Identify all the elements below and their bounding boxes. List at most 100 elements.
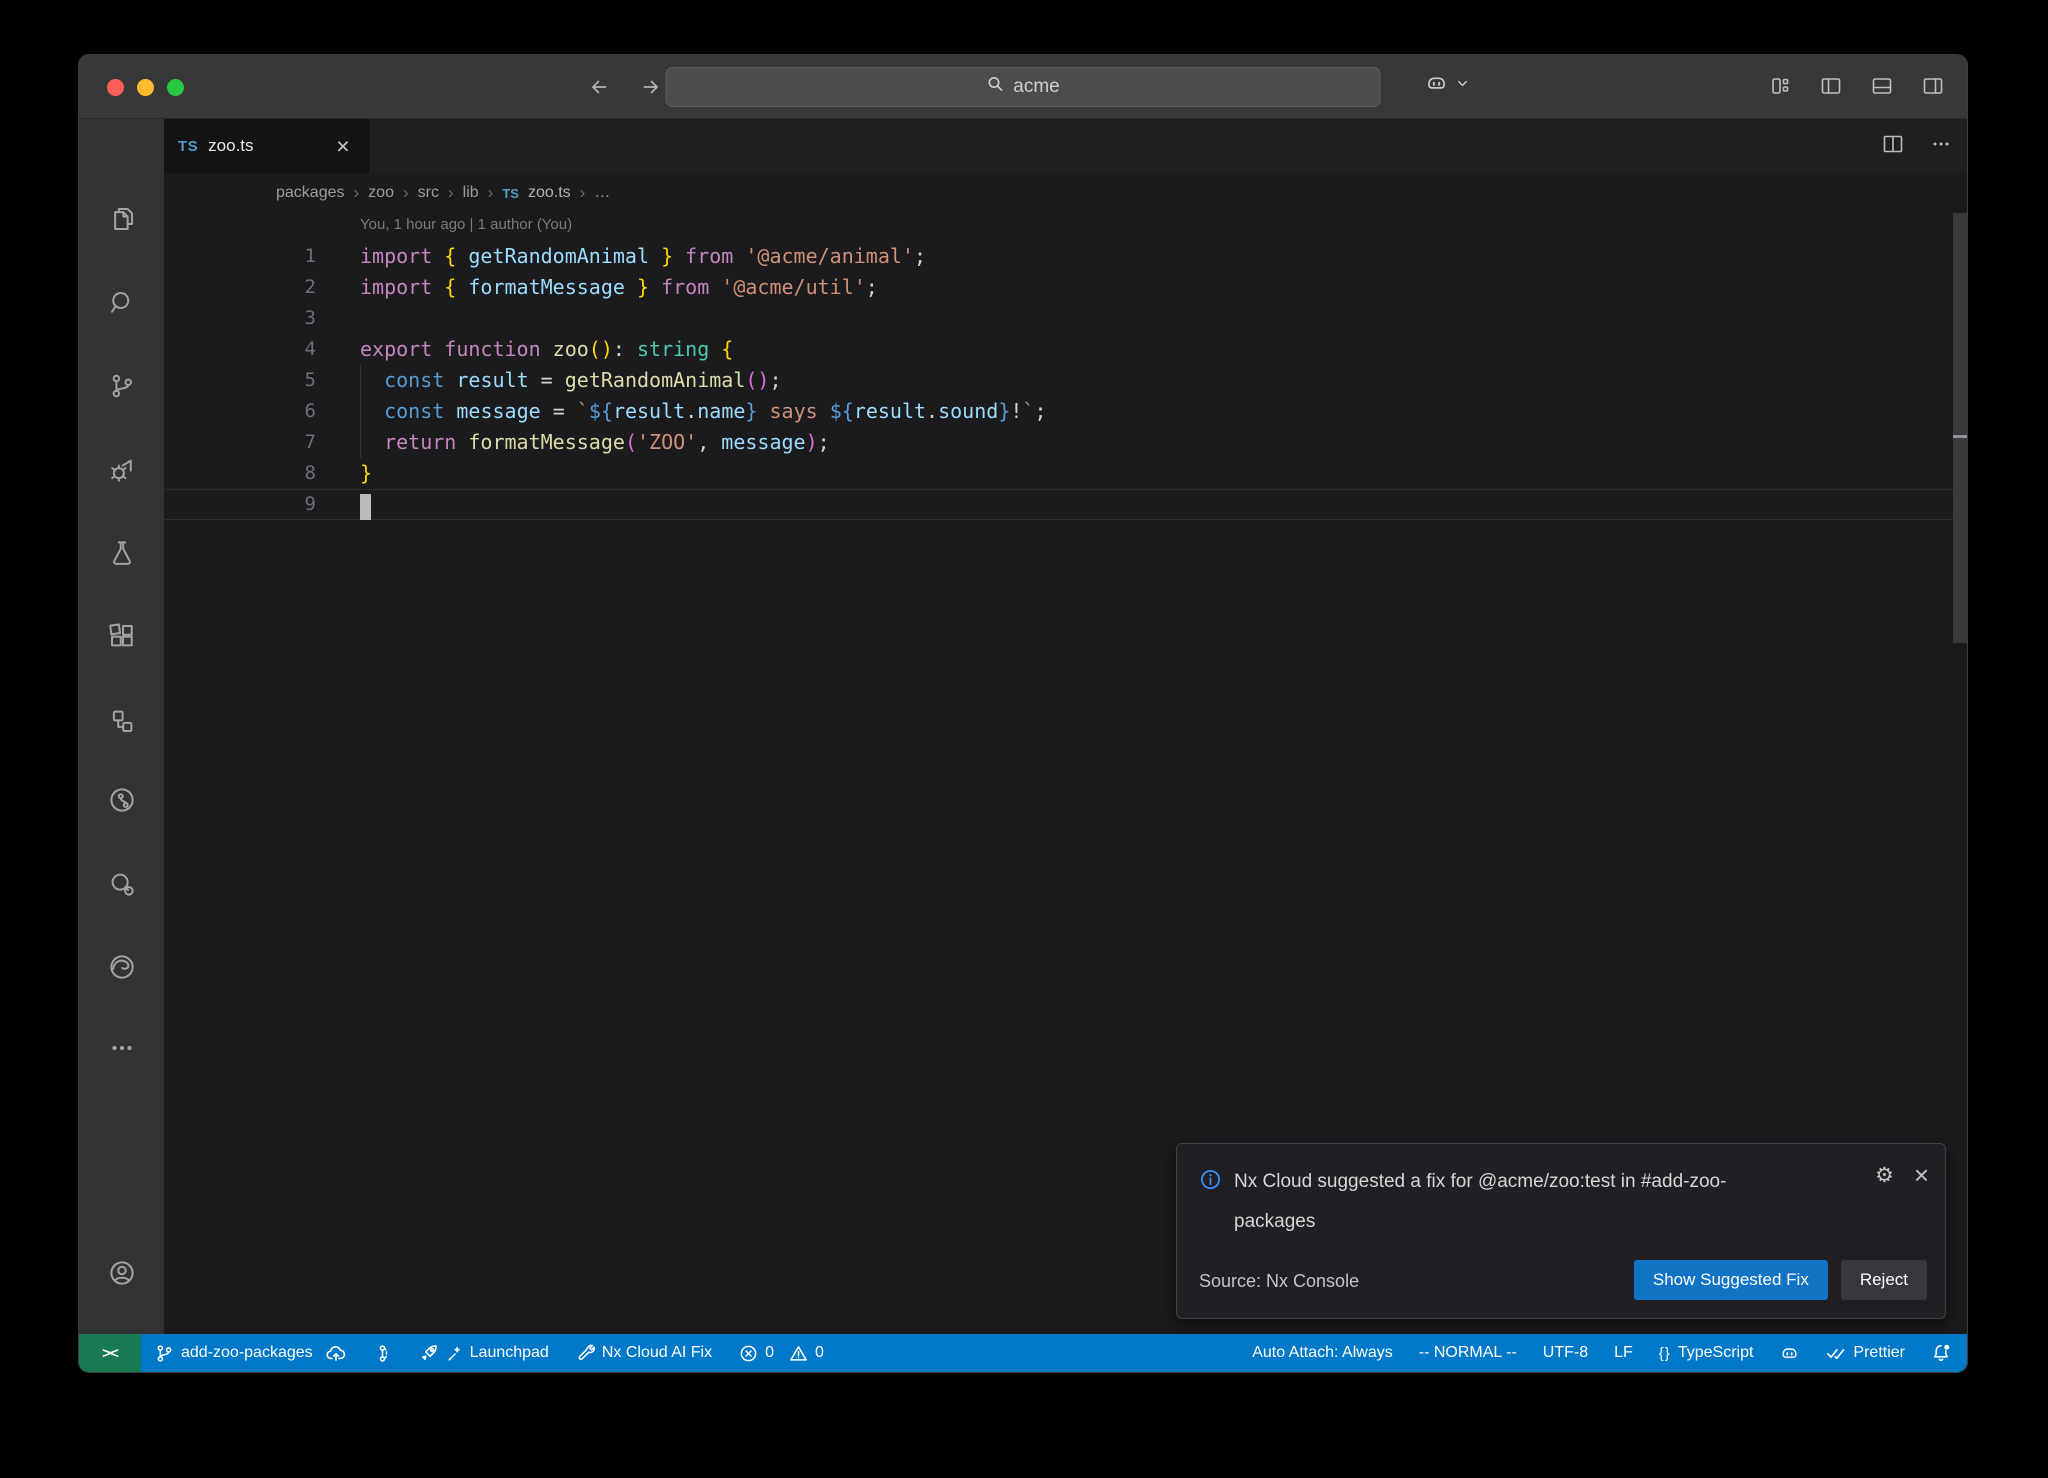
code-lines: 1import { getRandomAnimal } from '@acme/… xyxy=(164,241,1967,520)
window-controls xyxy=(107,79,184,96)
line-content: import { formatMessage } from '@acme/uti… xyxy=(360,272,878,303)
git-branch-item[interactable]: add-zoo-packages xyxy=(155,1343,346,1363)
breadcrumb-separator: › xyxy=(580,183,586,203)
bell-dot-icon xyxy=(1931,1343,1951,1363)
toggle-primary-sidebar-icon[interactable] xyxy=(1817,72,1845,100)
vim-mode-item[interactable]: -- NORMAL -- xyxy=(1419,1344,1517,1362)
scrollbar[interactable] xyxy=(1953,213,1967,1334)
nx-console-icon[interactable] xyxy=(105,704,139,738)
copilot-icon xyxy=(1779,1343,1800,1364)
scrollbar-thumb[interactable] xyxy=(1953,213,1967,643)
code-line-4[interactable]: 4export function zoo(): string { xyxy=(164,334,1967,365)
line-number: 5 xyxy=(164,365,316,396)
nx-cloud-ai-fix-item[interactable]: Nx Cloud AI Fix xyxy=(576,1344,712,1363)
tab-close-icon[interactable]: × xyxy=(330,133,356,159)
info-icon xyxy=(1199,1168,1222,1204)
copilot-status-item[interactable] xyxy=(1779,1343,1800,1364)
code-line-5[interactable]: 5 const result = getRandomAnimal(); xyxy=(164,365,1967,396)
line-number: 4 xyxy=(164,334,316,365)
chevron-down-icon xyxy=(1456,77,1469,95)
braces-icon: {} xyxy=(1659,1345,1671,1362)
code-line-6[interactable]: 6 const message = `${result.name} says $… xyxy=(164,396,1967,427)
code-line-3[interactable]: 3 xyxy=(164,303,1967,334)
launchpad-item[interactable]: Launchpad xyxy=(419,1343,549,1363)
breadcrumb-separator: › xyxy=(354,183,360,203)
double-check-icon xyxy=(1826,1343,1846,1363)
extensions-icon[interactable] xyxy=(105,619,139,653)
gitlens-blame-annotation: You, 1 hour ago | 1 author (You) xyxy=(360,216,572,233)
show-suggested-fix-button[interactable]: Show Suggested Fix xyxy=(1634,1260,1828,1300)
run-and-debug-icon[interactable] xyxy=(105,453,139,487)
breadcrumb-item[interactable]: zoo xyxy=(368,184,394,202)
line-content xyxy=(360,490,371,519)
source-control-icon[interactable] xyxy=(105,369,139,403)
auto-attach-item[interactable]: Auto Attach: Always xyxy=(1252,1344,1393,1362)
remote-indicator[interactable]: >< xyxy=(79,1334,141,1372)
line-content: import { getRandomAnimal } from '@acme/a… xyxy=(360,241,926,272)
maximize-window-button[interactable] xyxy=(167,79,184,96)
minimize-window-button[interactable] xyxy=(137,79,154,96)
tab-bar: TS zoo.ts × xyxy=(164,119,1967,173)
more-views-icon[interactable] xyxy=(105,1031,139,1065)
git-branch-icon xyxy=(155,1344,174,1363)
close-window-button[interactable] xyxy=(107,79,124,96)
vim-block-cursor xyxy=(360,494,371,520)
line-number: 3 xyxy=(164,303,316,334)
forward-arrow-icon[interactable] xyxy=(636,72,666,102)
typescript-file-icon: TS xyxy=(502,186,519,201)
overview-cursor-mark xyxy=(1953,435,1967,438)
code-line-8[interactable]: 8} xyxy=(164,458,1967,489)
command-center-search[interactable]: acme xyxy=(666,67,1381,107)
copilot-menu[interactable] xyxy=(1424,71,1469,101)
wrench-icon xyxy=(576,1344,595,1363)
customize-layout-icon[interactable] xyxy=(1766,72,1794,100)
line-number: 2 xyxy=(164,272,316,303)
edge-browser-icon[interactable] xyxy=(105,950,139,984)
breadcrumb-item[interactable]: src xyxy=(418,184,439,202)
prettier-item[interactable]: Prettier xyxy=(1826,1343,1905,1363)
warning-triangle-icon xyxy=(789,1344,808,1363)
line-content: const message = `${result.name} says ${r… xyxy=(360,396,1047,427)
notification-close-icon[interactable]: × xyxy=(1914,1162,1929,1188)
breadcrumb-item[interactable]: packages xyxy=(276,184,345,202)
typescript-file-icon: TS xyxy=(178,138,198,155)
split-editor-icon[interactable] xyxy=(1881,132,1905,161)
line-content: const result = getRandomAnimal(); xyxy=(360,365,782,396)
account-icon[interactable] xyxy=(105,1256,139,1290)
breadcrumb-more[interactable]: … xyxy=(594,184,610,202)
source-control-graph-item[interactable] xyxy=(373,1344,392,1363)
eol-item[interactable]: LF xyxy=(1614,1344,1633,1362)
testing-icon[interactable] xyxy=(105,536,139,570)
reject-button[interactable]: Reject xyxy=(1841,1260,1927,1300)
toggle-panel-icon[interactable] xyxy=(1868,72,1896,100)
back-arrow-icon[interactable] xyxy=(584,72,614,102)
code-line-9[interactable]: 9 xyxy=(164,489,1967,520)
tab-zoo-ts[interactable]: TS zoo.ts × xyxy=(164,119,371,173)
language-mode-item[interactable]: {} TypeScript xyxy=(1659,1344,1754,1362)
encoding-item[interactable]: UTF-8 xyxy=(1543,1344,1588,1362)
tab-label: zoo.ts xyxy=(208,136,253,156)
remote-explorer-icon[interactable] xyxy=(105,867,139,901)
copilot-icon xyxy=(1424,71,1449,101)
search-icon xyxy=(986,75,1004,99)
breadcrumb-item[interactable]: lib xyxy=(463,184,479,202)
gitlens-icon[interactable] xyxy=(105,783,139,817)
code-line-1[interactable]: 1import { getRandomAnimal } from '@acme/… xyxy=(164,241,1967,272)
breadcrumb: packages › zoo › src › lib › TS zoo.ts ›… xyxy=(164,173,1967,213)
breadcrumb-separator: › xyxy=(488,183,494,203)
breadcrumb-separator: › xyxy=(403,183,409,203)
search-view-icon[interactable] xyxy=(105,286,139,320)
source-control-graph-icon xyxy=(373,1344,392,1363)
breadcrumb-file[interactable]: zoo.ts xyxy=(528,184,571,202)
notification-settings-icon[interactable]: ⚙ xyxy=(1875,1163,1894,1188)
notifications-bell-item[interactable] xyxy=(1931,1343,1951,1363)
toggle-secondary-sidebar-icon[interactable] xyxy=(1919,72,1947,100)
code-line-7[interactable]: 7 return formatMessage('ZOO', message); xyxy=(164,427,1967,458)
vscode-window: acme xyxy=(78,54,1968,1373)
problems-item[interactable]: 0 0 xyxy=(739,1344,824,1363)
line-number: 8 xyxy=(164,458,316,489)
more-actions-icon[interactable] xyxy=(1929,132,1953,161)
explorer-icon[interactable] xyxy=(105,202,139,236)
code-line-2[interactable]: 2 import { formatMessage } from '@acme/ut… xyxy=(164,272,1967,303)
notification-message: Nx Cloud suggested a fix for @acme/zoo:t… xyxy=(1199,1164,1799,1240)
